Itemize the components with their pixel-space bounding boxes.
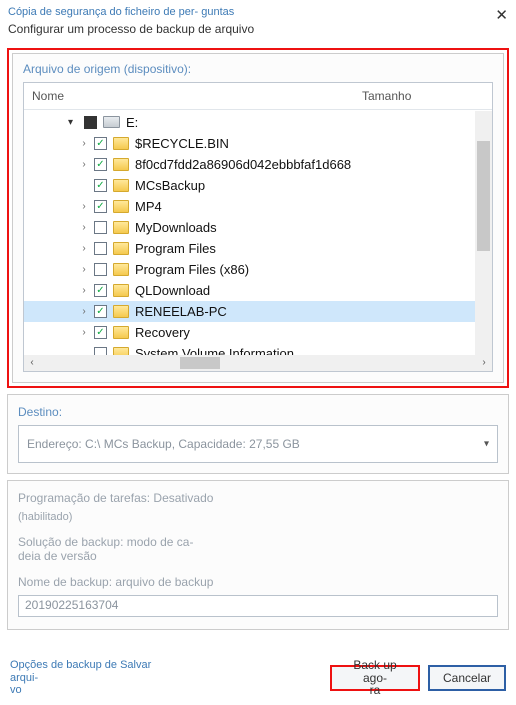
tree-row[interactable]: › Program Files: [24, 238, 475, 259]
destination-value: Endereço: C:\ MCs Backup, Capacidade: 27…: [27, 437, 300, 451]
folder-icon: [113, 242, 129, 255]
tree-row[interactable]: ✓ MCsBackup: [24, 175, 475, 196]
checkbox[interactable]: [94, 263, 107, 276]
tree-row[interactable]: › Program Files (x86): [24, 259, 475, 280]
tree-row[interactable]: › ✓ RENEELAB-PC: [24, 301, 475, 322]
options-section: Programação de tarefas: Desativado (habi…: [7, 480, 509, 630]
tree-item-label: QLDownload: [135, 283, 210, 298]
destination-section: Destino: Endereço: C:\ MCs Backup, Capac…: [7, 394, 509, 474]
chevron-right-icon[interactable]: ›: [78, 264, 90, 275]
tree-row[interactable]: › ✓ $RECYCLE.BIN: [24, 133, 475, 154]
window-title: Cópia de segurança do ficheiro de per- g…: [0, 0, 516, 21]
backup-name-label: Nome de backup: arquivo de backup: [18, 575, 498, 589]
chevron-right-icon[interactable]: ›: [78, 201, 90, 212]
tree-row[interactable]: › ✓ QLDownload: [24, 280, 475, 301]
tree-item-label: System Volume Information: [135, 346, 294, 355]
solution-label: Solução de backup: modo de ca- deia de v…: [18, 535, 498, 563]
destination-dropdown[interactable]: Endereço: C:\ MCs Backup, Capacidade: 27…: [18, 425, 498, 463]
chevron-down-icon[interactable]: ▾: [68, 117, 80, 128]
folder-icon: [113, 179, 129, 192]
folder-icon: [113, 158, 129, 171]
chevron-right-icon[interactable]: ›: [78, 222, 90, 233]
folder-icon: [113, 263, 129, 276]
hscroll-thumb[interactable]: [180, 357, 220, 369]
tree-item-label: RENEELAB-PC: [135, 304, 227, 319]
checkbox[interactable]: ✓: [94, 158, 107, 171]
checkbox-root[interactable]: [84, 116, 97, 129]
folder-icon: [113, 284, 129, 297]
folder-icon: [113, 305, 129, 318]
checkbox[interactable]: ✓: [94, 326, 107, 339]
cancel-button[interactable]: Cancelar: [428, 665, 506, 691]
source-highlight: Arquivo de origem (dispositivo): Nome Ta…: [7, 48, 509, 388]
source-tree[interactable]: Nome Tamanho ▾ E: › ✓ $RECYCLE.BIN › ✓ 8f0cd7…: [23, 82, 493, 372]
tree-row[interactable]: › ✓ 8f0cd7fdd2a86906d042ebbbfaf1d668: [24, 154, 475, 175]
folder-icon: [113, 137, 129, 150]
chevron-right-icon[interactable]: ›: [78, 306, 90, 317]
checkbox[interactable]: ✓: [94, 284, 107, 297]
scroll-thumb[interactable]: [477, 141, 490, 251]
tree-item-label: $RECYCLE.BIN: [135, 136, 229, 151]
checkbox[interactable]: ✓: [94, 137, 107, 150]
tree-item-label: Program Files: [135, 241, 216, 256]
tree-item-label: MP4: [135, 199, 162, 214]
chevron-right-icon[interactable]: ›: [78, 285, 90, 296]
drive-icon: [103, 116, 120, 128]
scroll-right-icon[interactable]: ›: [476, 355, 492, 371]
schedule-enabled-note: (habilitado): [18, 511, 498, 523]
close-icon[interactable]: ✕: [495, 6, 508, 24]
checkbox[interactable]: ✓: [94, 305, 107, 318]
chevron-right-icon[interactable]: ›: [78, 159, 90, 170]
checkbox[interactable]: [94, 221, 107, 234]
chevron-right-icon[interactable]: ›: [78, 243, 90, 254]
folder-icon: [113, 221, 129, 234]
tree-item-label: Program Files (x86): [135, 262, 249, 277]
backup-now-button[interactable]: Back up ago- ra: [330, 665, 420, 691]
save-options-link[interactable]: Opções de backup de Salvar arqui- vo: [10, 659, 160, 697]
tree-row[interactable]: › ✓ Recovery: [24, 322, 475, 343]
horizontal-scrollbar[interactable]: ‹ ›: [24, 355, 492, 371]
checkbox[interactable]: ✓: [94, 179, 107, 192]
tree-row[interactable]: › ✓ MP4: [24, 196, 475, 217]
checkbox[interactable]: [94, 242, 107, 255]
folder-icon: [113, 326, 129, 339]
destination-label: Destino:: [18, 405, 498, 419]
chevron-right-icon[interactable]: ›: [78, 327, 90, 338]
scroll-left-icon[interactable]: ‹: [24, 355, 40, 371]
tree-root[interactable]: ▾ E:: [24, 111, 475, 133]
tree-item-label: Recovery: [135, 325, 190, 340]
folder-icon: [113, 347, 129, 355]
column-name[interactable]: Nome: [24, 83, 354, 109]
chevron-right-icon[interactable]: ›: [78, 138, 90, 149]
tree-item-label: 8f0cd7fdd2a86906d042ebbbfaf1d668: [135, 157, 351, 172]
source-label: Arquivo de origem (dispositivo):: [23, 62, 493, 76]
tree-row[interactable]: › MyDownloads: [24, 217, 475, 238]
backup-name-input[interactable]: 20190225163704: [18, 595, 498, 617]
schedule-label: Programação de tarefas: Desativado: [18, 491, 498, 505]
checkbox[interactable]: [94, 347, 107, 355]
tree-item-label: MyDownloads: [135, 220, 217, 235]
vertical-scrollbar[interactable]: [475, 111, 492, 355]
folder-icon: [113, 200, 129, 213]
tree-item-label: MCsBackup: [135, 178, 205, 193]
chevron-down-icon[interactable]: ▾: [484, 439, 489, 450]
tree-root-label: E:: [126, 115, 138, 130]
tree-row[interactable]: System Volume Information: [24, 343, 475, 355]
column-size[interactable]: Tamanho: [354, 83, 492, 109]
checkbox[interactable]: ✓: [94, 200, 107, 213]
window-subtitle: Configurar um processo de backup de arqu…: [0, 21, 516, 45]
